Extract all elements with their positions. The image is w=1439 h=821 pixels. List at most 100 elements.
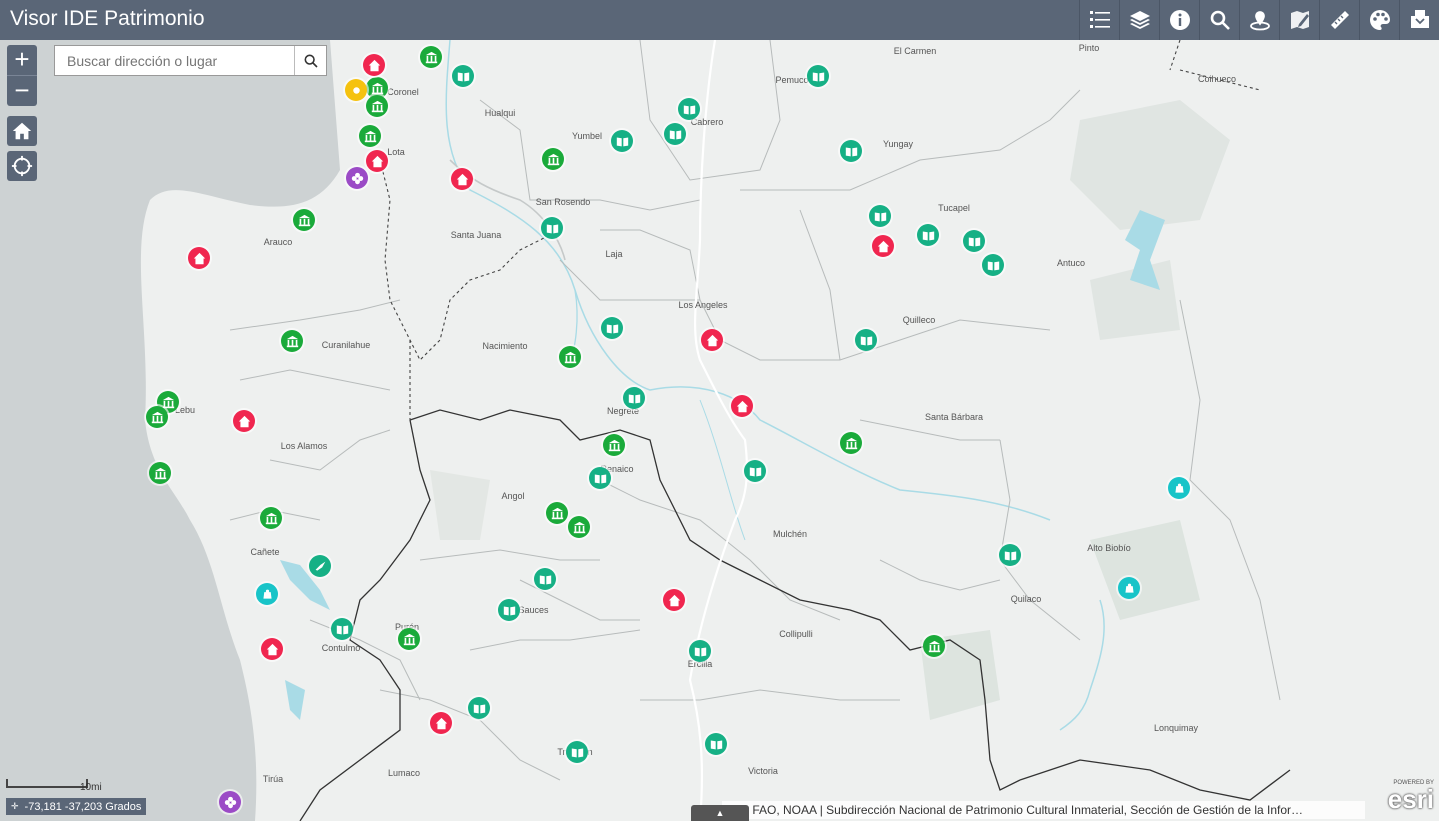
attribution: Esri, FAO, NOAA | Subdirección Nacional … (722, 801, 1365, 819)
library-marker[interactable] (611, 130, 633, 152)
place-label: Contulmo (321, 643, 361, 653)
library-marker[interactable] (982, 254, 1004, 276)
museum-marker[interactable] (146, 406, 168, 428)
location-icon[interactable] (1239, 0, 1279, 40)
house-marker[interactable] (701, 329, 723, 351)
craft-marker[interactable] (1168, 477, 1190, 499)
library-marker[interactable] (589, 467, 611, 489)
library-marker[interactable] (807, 65, 829, 87)
museum-marker[interactable] (568, 516, 590, 538)
museum-marker[interactable] (546, 502, 568, 524)
library-marker[interactable] (678, 98, 700, 120)
place-label: El Carmen (893, 46, 937, 56)
museum-marker[interactable] (420, 46, 442, 68)
place-label: Nacimiento (482, 341, 528, 351)
info-icon[interactable] (1159, 0, 1199, 40)
library-marker[interactable] (541, 217, 563, 239)
locate-button[interactable] (7, 151, 37, 181)
museum-marker[interactable] (398, 628, 420, 650)
place-label: Angol (501, 491, 525, 501)
library-marker[interactable] (534, 568, 556, 590)
place-label: Tirúa (262, 774, 284, 784)
house-marker[interactable] (261, 638, 283, 660)
house-marker[interactable] (872, 235, 894, 257)
museum-marker[interactable] (281, 330, 303, 352)
library-marker[interactable] (601, 317, 623, 339)
place-label: Hualqui (484, 108, 516, 118)
scale-bar (6, 779, 88, 788)
place-label: Lumaco (387, 768, 421, 778)
library-marker[interactable] (331, 618, 353, 640)
zoom-out-button[interactable]: − (7, 75, 37, 106)
crosshair-icon: ✛ (11, 801, 19, 811)
library-marker[interactable] (452, 65, 474, 87)
house-marker[interactable] (233, 410, 255, 432)
place-label: Santa Juana (450, 230, 502, 240)
coordinates-display[interactable]: ✛ -73,181 -37,203 Grados (6, 798, 147, 815)
museum-marker[interactable] (293, 209, 315, 231)
museum-marker[interactable] (840, 432, 862, 454)
place-label: Alto Biobío (1087, 543, 1131, 553)
museum-marker[interactable] (366, 95, 388, 117)
bird-marker[interactable] (309, 555, 331, 577)
house-marker[interactable] (430, 712, 452, 734)
library-marker[interactable] (840, 140, 862, 162)
library-marker[interactable] (855, 329, 877, 351)
app: Visor IDE Patrimonio El Carmen Pinto Coi… (0, 0, 1439, 821)
flower-marker[interactable] (219, 791, 241, 813)
museum-marker[interactable] (923, 635, 945, 657)
library-marker[interactable] (917, 224, 939, 246)
place-label: Coronel (387, 87, 419, 97)
craft-marker[interactable] (256, 583, 278, 605)
library-marker[interactable] (744, 460, 766, 482)
craft-marker[interactable] (1118, 577, 1140, 599)
home-icon (12, 122, 32, 140)
library-marker[interactable] (963, 230, 985, 252)
palette-icon[interactable] (1359, 0, 1399, 40)
place-label: Coihueco (1197, 74, 1237, 84)
library-marker[interactable] (498, 599, 520, 621)
library-marker[interactable] (566, 741, 588, 763)
house-marker[interactable] (188, 247, 210, 269)
museum-marker[interactable] (603, 434, 625, 456)
library-marker[interactable] (664, 123, 686, 145)
site-marker[interactable] (345, 79, 367, 101)
zoom-in-button[interactable]: + (7, 45, 37, 75)
library-marker[interactable] (468, 697, 490, 719)
place-label: Pinto (1078, 43, 1100, 53)
home-button[interactable] (7, 116, 37, 146)
library-marker[interactable] (999, 544, 1021, 566)
expand-panel-button[interactable]: ▲ (691, 805, 749, 821)
search-button[interactable] (294, 46, 326, 75)
museum-marker[interactable] (359, 125, 381, 147)
place-label: Pemuco (775, 75, 809, 85)
house-marker[interactable] (363, 54, 385, 76)
flower-marker[interactable] (346, 167, 368, 189)
museum-marker[interactable] (260, 507, 282, 529)
place-label: Cabrero (690, 117, 724, 127)
house-marker[interactable] (663, 589, 685, 611)
place-label: Antuco (1056, 258, 1086, 268)
house-marker[interactable] (731, 395, 753, 417)
measure-icon[interactable] (1319, 0, 1359, 40)
map-view[interactable]: El Carmen Pinto Coihueco Pemuco Coronel … (0, 40, 1439, 821)
search-icon (304, 54, 318, 68)
edit-map-icon[interactable] (1279, 0, 1319, 40)
print-icon[interactable] (1399, 0, 1439, 40)
museum-marker[interactable] (149, 462, 171, 484)
layers-icon[interactable] (1119, 0, 1159, 40)
search-icon[interactable] (1199, 0, 1239, 40)
library-marker[interactable] (869, 205, 891, 227)
search-input[interactable] (55, 46, 294, 75)
museum-marker[interactable] (542, 148, 564, 170)
place-label: San Rosendo (535, 197, 591, 207)
library-marker[interactable] (705, 733, 727, 755)
esri-logo[interactable]: POWERED BY esri (1370, 780, 1434, 816)
house-marker[interactable] (366, 150, 388, 172)
museum-marker[interactable] (559, 346, 581, 368)
house-marker[interactable] (451, 168, 473, 190)
library-marker[interactable] (689, 640, 711, 662)
library-marker[interactable] (623, 387, 645, 409)
legend-icon[interactable] (1079, 0, 1119, 40)
search-box (54, 45, 327, 76)
